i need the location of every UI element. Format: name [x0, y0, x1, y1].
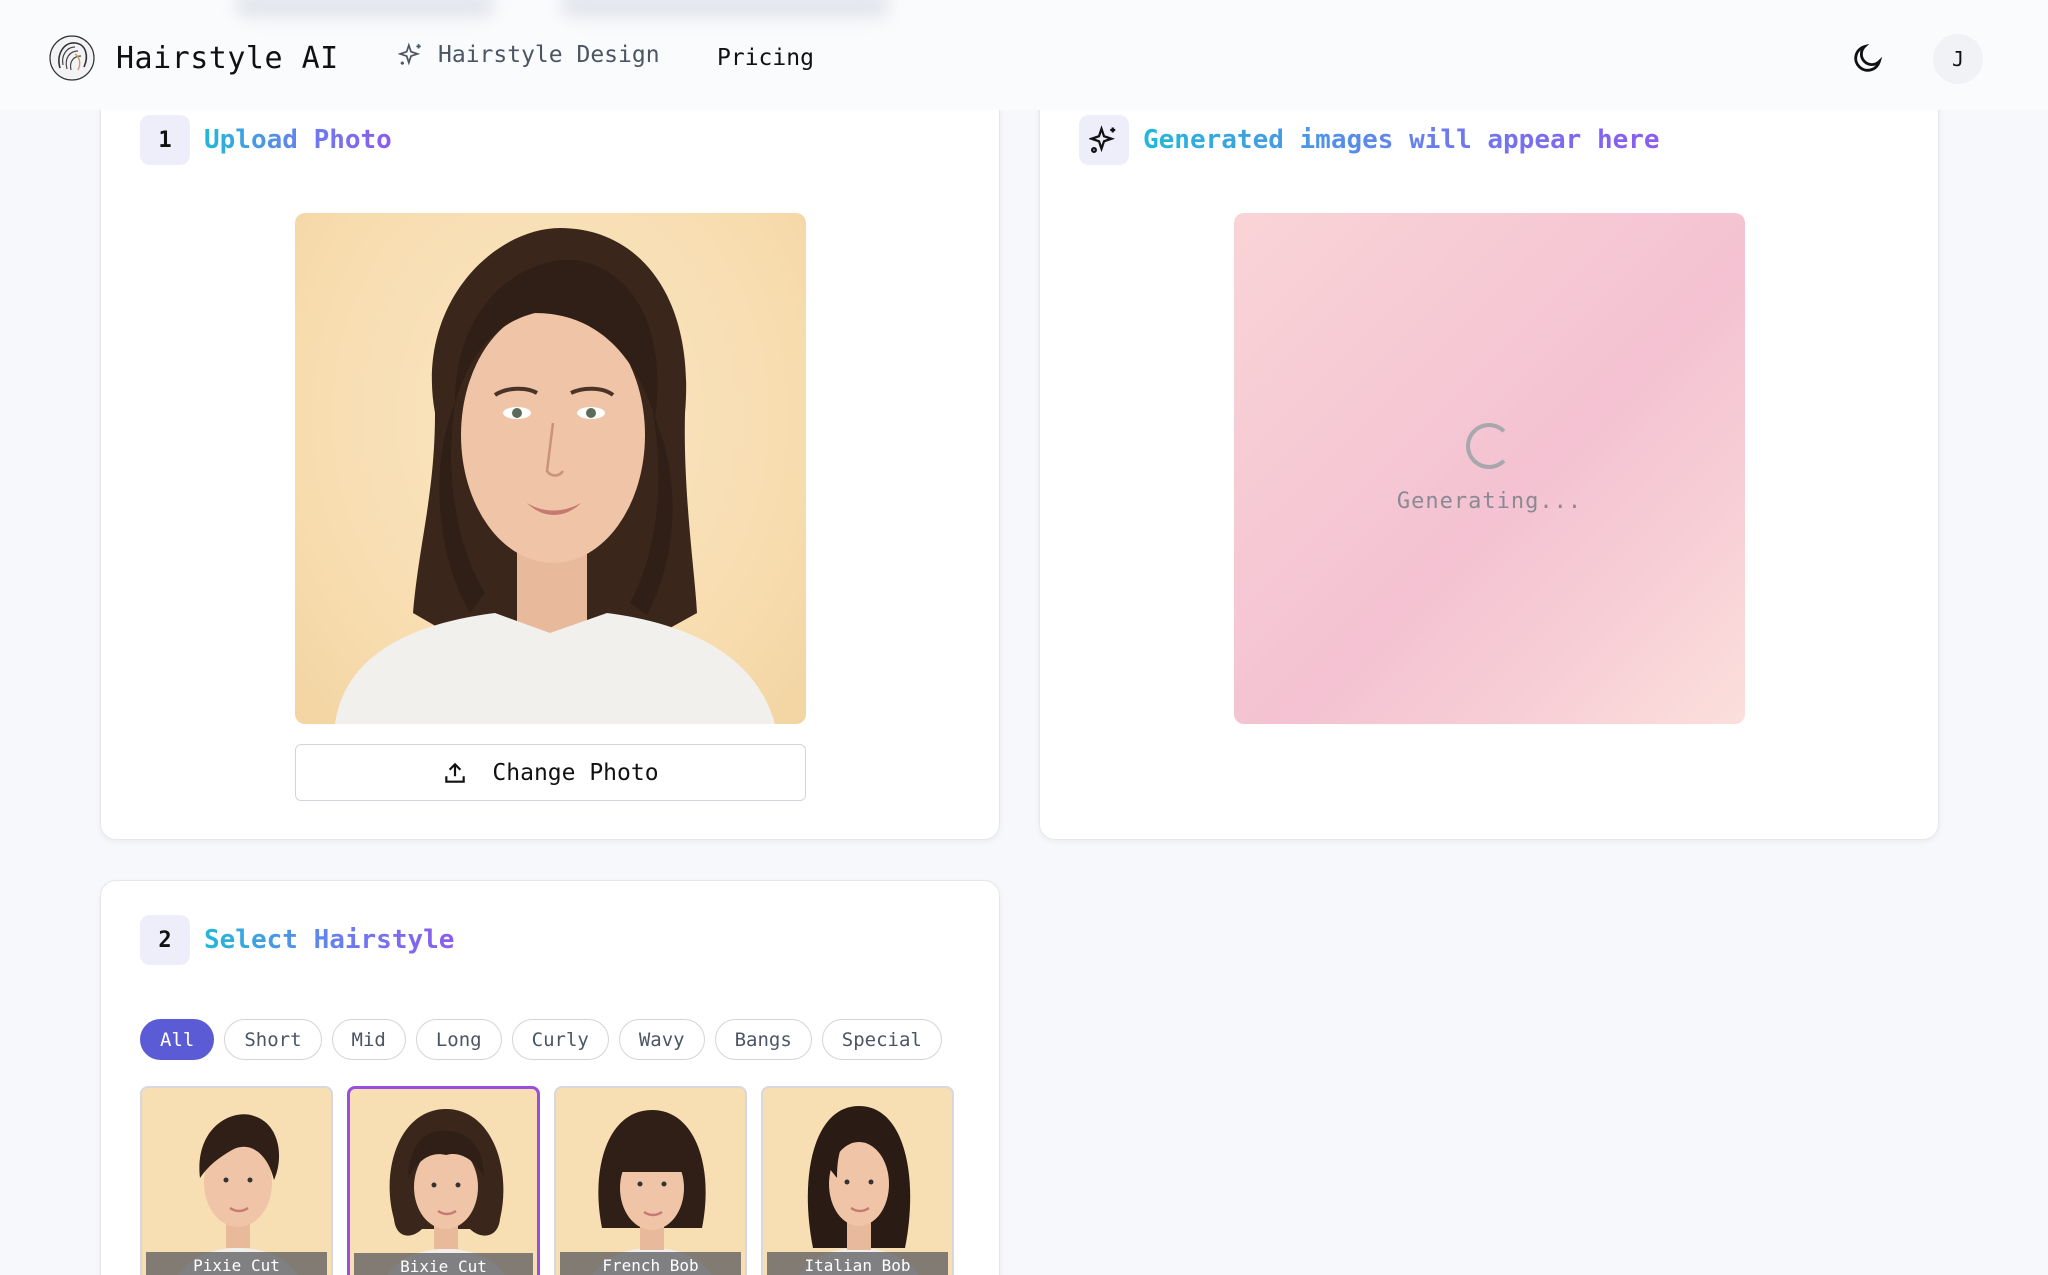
hairstyle-preview-image: [387, 1109, 505, 1275]
result-title: Generated images will appear here: [1143, 125, 1660, 155]
moon-icon[interactable]: [1851, 41, 1885, 75]
result-icon-box: [1079, 115, 1129, 165]
filter-chip-curly[interactable]: Curly: [511, 1019, 609, 1060]
hairstyle-filter-bar: All Short Mid Long Curly Wavy Bangs Spec…: [140, 1019, 942, 1060]
upload-icon: [445, 762, 466, 783]
hairstyle-option-pixie-cut[interactable]: Pixie Cut: [140, 1086, 333, 1275]
hairstyle-label: Italian Bob: [767, 1252, 948, 1275]
select-hairstyle-card: 2 Select Hairstyle All Short Mid Long Cu…: [100, 880, 1000, 1275]
hairstyle-option-italian-bob[interactable]: Italian Bob: [761, 1086, 954, 1275]
user-avatar[interactable]: J: [1933, 34, 1983, 84]
sparkles-icon: [398, 42, 421, 66]
filter-chip-bangs[interactable]: Bangs: [714, 1019, 812, 1060]
filter-chip-all[interactable]: All: [140, 1019, 215, 1060]
sparkles-icon: [1089, 125, 1116, 153]
loading-spinner-icon: [1466, 423, 1512, 469]
generated-images-card: Generated images will appear here Genera…: [1039, 80, 1939, 840]
filter-chip-short[interactable]: Short: [224, 1019, 322, 1060]
upload-photo-card: 1 Upload Photo Change Photo: [100, 80, 1000, 840]
generating-status: Generating...: [1396, 489, 1583, 514]
upload-step-header: 1 Upload Photo: [140, 115, 392, 165]
hairstyle-option-french-bob[interactable]: French Bob: [554, 1086, 747, 1275]
step-number: 1: [140, 115, 190, 165]
filter-chip-wavy[interactable]: Wavy: [618, 1019, 705, 1060]
filter-chip-long[interactable]: Long: [415, 1019, 502, 1060]
hairstyle-label: French Bob: [560, 1252, 741, 1275]
select-title: Select Hairstyle: [204, 925, 455, 955]
generating-placeholder: Generating...: [1234, 213, 1745, 724]
hairstyle-grid: Pixie Cut Bixie Cut French Bob Italian B…: [140, 1086, 954, 1275]
change-photo-button[interactable]: Change Photo: [295, 744, 806, 801]
top-header: Hairstyle AI Hairstyle Design Pricing J: [0, 0, 2048, 110]
hairstyle-preview-image: [592, 1110, 712, 1275]
hair-logo-icon: [49, 35, 95, 81]
uploaded-photo: [295, 213, 806, 724]
portrait-image: [335, 228, 775, 724]
header-blur-shape: [560, 0, 890, 18]
result-header: Generated images will appear here: [1079, 115, 1660, 165]
nav-hairstyle-design[interactable]: Hairstyle Design: [398, 42, 660, 68]
hairstyle-preview-image: [178, 1114, 298, 1275]
hairstyle-label: Bixie Cut: [354, 1253, 533, 1275]
nav-pricing[interactable]: Pricing: [717, 45, 814, 71]
change-photo-label: Change Photo: [492, 759, 659, 786]
step-number: 2: [140, 915, 190, 965]
hairstyle-option-bixie-cut[interactable]: Bixie Cut: [347, 1086, 540, 1275]
hairstyle-preview-image: [799, 1106, 919, 1275]
select-step-header: 2 Select Hairstyle: [140, 915, 454, 965]
nav-design-label: Hairstyle Design: [438, 42, 660, 68]
upload-title: Upload Photo: [204, 125, 392, 155]
hairstyle-label: Pixie Cut: [146, 1252, 327, 1275]
brand-name: Hairstyle AI: [116, 40, 339, 76]
brand[interactable]: Hairstyle AI: [48, 34, 339, 82]
filter-chip-special[interactable]: Special: [821, 1019, 942, 1060]
header-blur-shape: [235, 0, 495, 18]
filter-chip-mid[interactable]: Mid: [331, 1019, 406, 1060]
